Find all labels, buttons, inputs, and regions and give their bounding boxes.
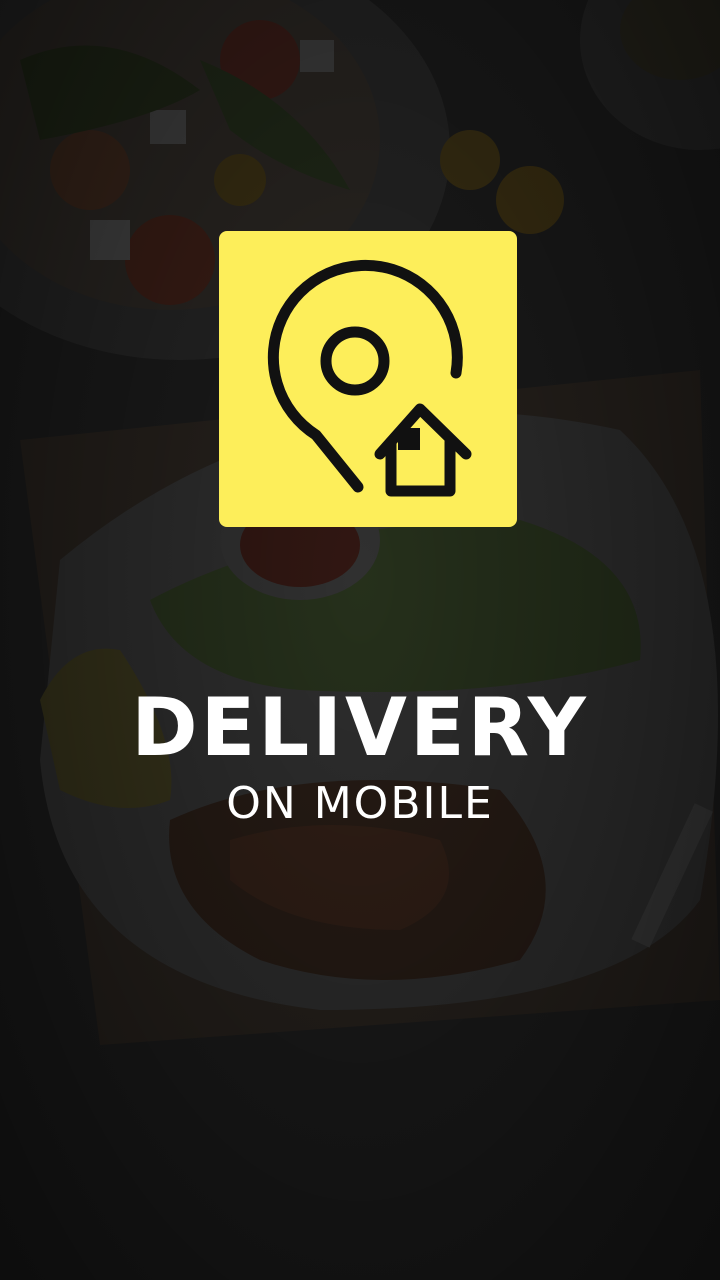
background-dark-overlay	[0, 0, 720, 1280]
location-pin-home-icon	[267, 259, 472, 497]
app-title: DELIVERY	[131, 681, 589, 774]
app-subtitle: ON MOBILE	[226, 778, 494, 829]
app-logo	[219, 231, 517, 527]
splash-screen: DELIVERY ON MOBILE	[0, 0, 720, 1280]
